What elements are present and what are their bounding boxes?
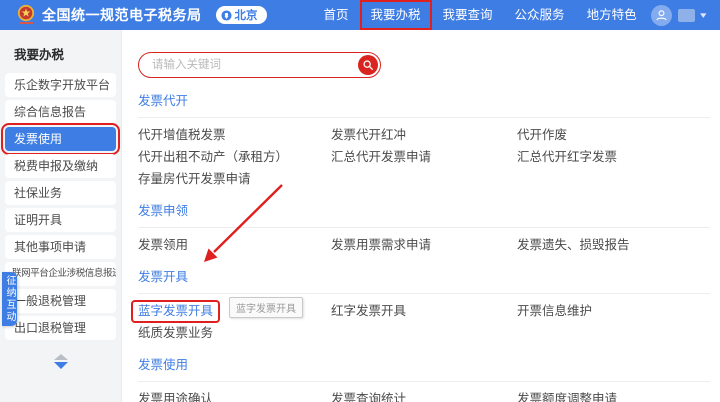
service-link-label: 代开增值税发票: [138, 124, 226, 146]
main-content: 发票代开代开增值税发票 发票代开红冲 代开作废代开出租不动产（承租方） 汇总代开发票申…: [123, 30, 720, 402]
service-link-label: 开票信息维护: [517, 300, 592, 322]
link-tooltip: 蓝字发票开具: [229, 297, 303, 318]
service-link-label: 发票遗失、损毁报告: [517, 234, 630, 256]
top-nav-item[interactable]: 首页: [313, 0, 360, 30]
section: 发票使用发票用途确认 发票查询统计 发票额度调整申请: [138, 354, 710, 402]
interaction-floating-tab[interactable]: 征纳互动: [2, 272, 17, 326]
sidebar-item[interactable]: 一般退税管理: [5, 289, 116, 313]
service-link[interactable]: 代开增值税发票: [138, 124, 331, 146]
service-link-label: 存量房代开发票申请: [138, 168, 251, 190]
section: 发票代开代开增值税发票 发票代开红冲 代开作废代开出租不动产（承租方） 汇总代开发票申…: [138, 90, 710, 190]
service-link[interactable]: 发票额度调整申请: [517, 388, 710, 402]
location-label: 北京: [235, 7, 258, 23]
service-link-label: 蓝字发票开具: [133, 302, 218, 321]
service-link[interactable]: 发票查询统计: [331, 388, 517, 402]
person-icon: [655, 9, 668, 22]
brand-area: 全国统一规范电子税务局 北京: [0, 4, 267, 26]
service-link[interactable]: 存量房代开发票申请: [138, 168, 331, 190]
location-badge[interactable]: 北京: [216, 6, 267, 24]
service-link-label: 纸质发票业务: [138, 322, 213, 344]
service-link[interactable]: 发票代开红冲: [331, 124, 517, 146]
service-link-label: 红字发票开具: [331, 300, 406, 322]
section-title: 发票开具: [138, 266, 710, 294]
top-nav-item[interactable]: 公众服务: [504, 0, 576, 30]
top-nav-item[interactable]: 我要查询: [432, 0, 504, 30]
section-links: 发票领用 发票用票需求申请 发票遗失、损毁报告: [138, 228, 710, 256]
sidebar-scroll-controls: [5, 352, 116, 369]
service-link[interactable]: 发票遗失、损毁报告: [517, 234, 710, 256]
section: 发票开具蓝字发票开具 红字发票开具 开票信息维护纸质发票业务: [138, 266, 710, 344]
user-area: ▾: [651, 0, 706, 30]
chevron-down-icon[interactable]: ▾: [701, 10, 707, 21]
username-redacted: [678, 9, 695, 22]
user-avatar[interactable]: [651, 5, 672, 26]
top-header: 全国统一规范电子税务局 北京 首页我要办税我要查询公众服务地方特色 ▾: [0, 0, 720, 30]
service-link-label: 发票额度调整申请: [517, 388, 617, 402]
service-link[interactable]: 纸质发票业务: [138, 322, 331, 344]
section-links: 蓝字发票开具 红字发票开具 开票信息维护纸质发票业务: [138, 294, 710, 344]
sidebar: 我要办税 乐企数字开放平台综合信息报告发票使用税费申报及缴纳社保业务证明开具其他…: [0, 30, 122, 402]
section-links: 代开增值税发票 发票代开红冲 代开作废代开出租不动产（承租方） 汇总代开发票申请 汇总代…: [138, 118, 710, 190]
search-input[interactable]: [138, 52, 381, 78]
service-link-label: 发票用途确认: [138, 388, 213, 402]
service-link[interactable]: 汇总代开红字发票: [517, 146, 710, 168]
service-link[interactable]: 发票领用: [138, 234, 331, 256]
sidebar-item[interactable]: 乐企数字开放平台: [5, 73, 116, 97]
service-link[interactable]: 红字发票开具: [331, 300, 517, 322]
service-link-label: 发票用票需求申请: [331, 234, 431, 256]
service-link-label: 代开出租不动产（承租方）: [138, 146, 288, 168]
service-link-label: 汇总代开发票申请: [331, 146, 431, 168]
section-links: 发票用途确认 发票查询统计 发票额度调整申请: [138, 382, 710, 402]
service-link[interactable]: 开票信息维护: [517, 300, 710, 322]
search-icon: [362, 59, 374, 71]
section-title: 发票使用: [138, 354, 710, 382]
service-link[interactable]: 代开作废: [517, 124, 710, 146]
sidebar-item[interactable]: 出口退税管理: [5, 316, 116, 340]
sidebar-section-title: 我要办税: [5, 42, 116, 73]
top-nav: 首页我要办税我要查询公众服务地方特色: [313, 0, 648, 30]
top-nav-item[interactable]: 我要办税: [360, 0, 432, 30]
service-link-label: 发票领用: [138, 234, 188, 256]
service-link[interactable]: 发票用途确认: [138, 388, 331, 402]
app-title: 全国统一规范电子税务局: [42, 5, 202, 25]
service-link-label: 发票查询统计: [331, 388, 406, 402]
section-title: 发票申领: [138, 200, 710, 228]
section: 发票申领发票领用 发票用票需求申请 发票遗失、损毁报告: [138, 200, 710, 256]
service-link-label: 发票代开红冲: [331, 124, 406, 146]
search-box: [138, 52, 381, 78]
sidebar-item[interactable]: 综合信息报告: [5, 100, 116, 124]
scroll-down-icon[interactable]: [54, 362, 68, 369]
search-button[interactable]: [358, 55, 378, 75]
sidebar-item[interactable]: 社保业务: [5, 181, 116, 205]
top-nav-item[interactable]: 地方特色: [576, 0, 648, 30]
service-link[interactable]: 发票用票需求申请: [331, 234, 517, 256]
sidebar-item[interactable]: 其他事项申请: [5, 235, 116, 259]
section-title: 发票代开: [138, 90, 710, 118]
service-link[interactable]: 汇总代开发票申请: [331, 146, 517, 168]
sidebar-item[interactable]: 发票使用: [5, 127, 116, 151]
sidebar-item[interactable]: 证明开具: [5, 208, 116, 232]
service-link-label: 汇总代开红字发票: [517, 146, 617, 168]
sidebar-item[interactable]: 联网平台企业涉税信息报送: [5, 262, 116, 286]
sidebar-item[interactable]: 税费申报及缴纳: [5, 154, 116, 178]
service-link[interactable]: 代开出租不动产（承租方）: [138, 146, 331, 168]
sidebar-menu: 乐企数字开放平台综合信息报告发票使用税费申报及缴纳社保业务证明开具其他事项申请联…: [5, 73, 116, 340]
scroll-up-icon[interactable]: [54, 354, 68, 360]
location-pin-icon: [221, 10, 232, 21]
service-link-label: 代开作废: [517, 124, 567, 146]
tax-bureau-emblem-icon: [16, 4, 36, 26]
sections-container: 发票代开代开增值税发票 发票代开红冲 代开作废代开出租不动产（承租方） 汇总代开发票申…: [138, 90, 710, 402]
